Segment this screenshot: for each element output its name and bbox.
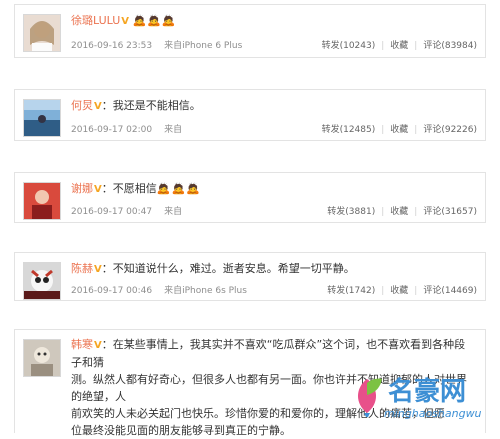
divider: |	[381, 286, 385, 296]
divider: |	[414, 286, 418, 296]
verified-icon: V	[94, 340, 102, 351]
bow-emoji-icon: 🙇🙇🙇	[156, 182, 201, 195]
weibo-post-card: 徐璐LULUV 🙇🙇🙇 2016-09-16 23:53 来自iPhone 6 P…	[14, 4, 486, 58]
leaf-logo-icon	[357, 378, 382, 417]
bow-emoji-icon: 🙇🙇🙇	[132, 14, 177, 27]
post-text-line: 韩寒V：在某些事情上，我其实并不喜欢“吃瓜群众”这个词，也不喜欢看到各种段子和猜	[71, 336, 475, 371]
favorite-button[interactable]: 收藏	[390, 286, 408, 296]
divider: |	[381, 41, 385, 51]
repost-button[interactable]: 转发(10243)	[322, 41, 376, 51]
post-header: 谢娜V：不愿相信🙇🙇🙇	[71, 181, 475, 198]
post-meta: 2016-09-16 23:53 来自iPhone 6 Plus	[71, 38, 242, 51]
post-text: ：我还是不能相信。	[101, 99, 201, 112]
post-actions: 转发(1742) | 收藏 | 评论(14469)	[327, 283, 477, 296]
username[interactable]: 何炅	[71, 99, 93, 112]
post-actions: 转发(3881) | 收藏 | 评论(31657)	[327, 204, 477, 217]
post-source: 来自iPhone 6s Plus	[164, 286, 247, 296]
verified-icon: V	[94, 264, 102, 275]
comment-button[interactable]: 评论(14469)	[423, 286, 477, 296]
post-meta: 2016-09-17 02:00 来自	[71, 122, 182, 135]
post-timestamp[interactable]: 2016-09-17 00:47	[71, 207, 152, 217]
avatar[interactable]	[23, 182, 61, 220]
site-watermark: 名豪网 minghaoshangwu	[346, 369, 496, 429]
avatar[interactable]	[23, 99, 61, 137]
post-text: ：在某些事情上，我其实并不喜欢“吃瓜群众”这个词，也不喜欢看到各种段子和猜	[71, 338, 466, 369]
repost-button[interactable]: 转发(12485)	[322, 125, 376, 135]
favorite-button[interactable]: 收藏	[390, 207, 408, 217]
post-meta: 2016-09-17 00:47 来自	[71, 204, 182, 217]
post-header: 陈赫V：不知道说什么，难过。逝者安息。希望一切平静。	[71, 261, 475, 278]
post-timestamp[interactable]: 2016-09-16 23:53	[71, 41, 152, 51]
post-header: 何炅V：我还是不能相信。	[71, 98, 475, 115]
username[interactable]: 谢娜	[71, 182, 93, 195]
watermark-name: 名豪网	[388, 377, 467, 407]
post-header: 徐璐LULUV 🙇🙇🙇	[71, 13, 475, 30]
comment-button[interactable]: 评论(31657)	[423, 207, 477, 217]
avatar[interactable]	[23, 262, 61, 300]
verified-icon: V	[121, 16, 130, 27]
post-timestamp[interactable]: 2016-09-17 02:00	[71, 125, 152, 135]
post-text: ：不愿相信	[101, 182, 157, 195]
favorite-button[interactable]: 收藏	[390, 41, 408, 51]
avatar[interactable]	[23, 339, 61, 377]
weibo-post-card: 何炅V：我还是不能相信。 2016-09-17 02:00 来自 转发(12485…	[14, 89, 486, 141]
favorite-button[interactable]: 收藏	[390, 125, 408, 135]
divider: |	[414, 41, 418, 51]
repost-button[interactable]: 转发(1742)	[327, 286, 375, 296]
verified-icon: V	[94, 184, 102, 195]
verified-icon: V	[94, 101, 102, 112]
comment-button[interactable]: 评论(83984)	[423, 41, 477, 51]
username[interactable]: 韩寒	[71, 338, 93, 351]
post-actions: 转发(10243) | 收藏 | 评论(83984)	[322, 38, 477, 51]
weibo-post-card: 谢娜V：不愿相信🙇🙇🙇 2016-09-17 00:47 来自 转发(3881) |…	[14, 172, 486, 223]
divider: |	[381, 207, 385, 217]
weibo-post-card: 陈赫V：不知道说什么，难过。逝者安息。希望一切平静。 2016-09-17 00…	[14, 252, 486, 301]
repost-button[interactable]: 转发(3881)	[327, 207, 375, 217]
post-actions: 转发(12485) | 收藏 | 评论(92226)	[322, 122, 477, 135]
post-source: 来自	[164, 207, 183, 217]
avatar[interactable]	[23, 14, 61, 52]
post-source: 来自	[164, 125, 183, 135]
post-source: 来自iPhone 6 Plus	[164, 41, 243, 51]
post-text: ：不知道说什么，难过。逝者安息。希望一切平静。	[101, 262, 355, 275]
divider: |	[381, 125, 385, 135]
post-meta: 2016-09-17 00:46 来自iPhone 6s Plus	[71, 283, 247, 296]
username[interactable]: 徐璐LULU	[71, 14, 120, 27]
divider: |	[414, 207, 418, 217]
divider: |	[414, 125, 418, 135]
comment-button[interactable]: 评论(92226)	[423, 125, 477, 135]
watermark-url: minghaoshangwu	[384, 407, 482, 420]
username[interactable]: 陈赫	[71, 262, 93, 275]
post-timestamp[interactable]: 2016-09-17 00:46	[71, 286, 152, 296]
